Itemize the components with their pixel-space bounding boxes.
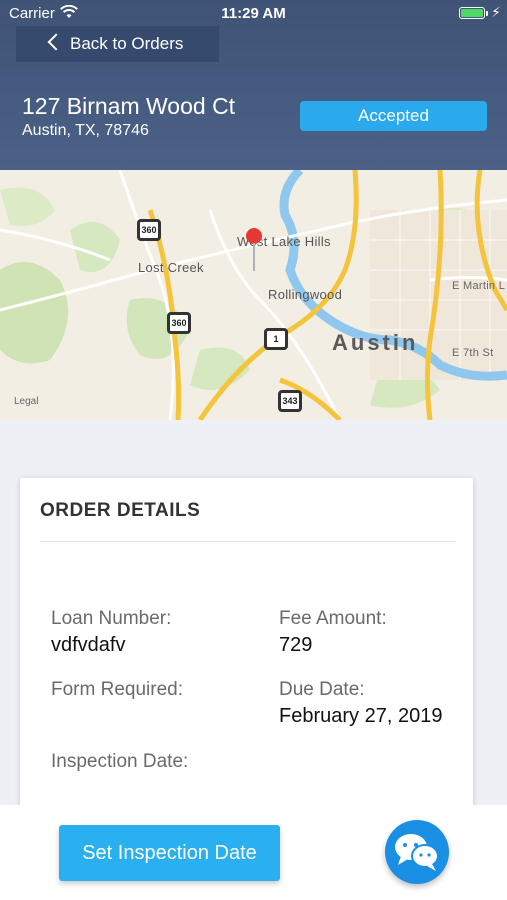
header: Carrier 11:29 AM ⚡ Back to Orders 127 Bi…: [0, 0, 507, 170]
due-date-value: February 27, 2019: [279, 705, 443, 727]
map-pin-stick: [253, 243, 255, 271]
map-graphics: [0, 170, 507, 420]
battery-icon: [459, 7, 485, 19]
chat-button[interactable]: [385, 820, 449, 884]
battery-tip: [486, 11, 488, 16]
form-required-label: Form Required:: [51, 679, 183, 700]
map-label-rollingwood: Rollingwood: [268, 287, 343, 302]
loan-number-value: vdfvdafv: [51, 634, 126, 656]
clock: 11:29 AM: [221, 5, 286, 22]
map-label-e-7th: E 7th St: [452, 347, 494, 359]
map-label-austin: Austin: [332, 330, 419, 355]
back-to-orders-button[interactable]: Back to Orders: [16, 26, 219, 62]
map-label-e-martin: E Martin L: [452, 280, 506, 292]
highway-1-shield: 1: [264, 328, 288, 350]
charging-icon: ⚡: [491, 4, 501, 20]
inspection-date-label: Inspection Date:: [51, 751, 189, 772]
card-divider: [40, 541, 455, 542]
highway-343-shield: 343: [278, 390, 302, 412]
back-button-label: Back to Orders: [70, 34, 184, 53]
order-details-title: ORDER DETAILS: [40, 500, 201, 521]
set-inspection-date-button[interactable]: Set Inspection Date: [59, 825, 280, 881]
loan-number-label: Loan Number:: [51, 608, 172, 629]
status-badge: Accepted: [300, 101, 487, 131]
map-view[interactable]: West Lake Hills Lost Creek Rollingwood A…: [0, 170, 507, 420]
chevron-left-icon: [47, 33, 65, 51]
map-label-lost-creek: Lost Creek: [138, 260, 204, 275]
fee-amount-value: 729: [279, 634, 313, 656]
due-date-label: Due Date:: [279, 679, 365, 700]
highway-360-shield: 360: [137, 219, 161, 241]
status-bar: Carrier 11:29 AM ⚡: [0, 0, 507, 28]
chat-bubbles-icon: [395, 834, 439, 871]
map-legal-link[interactable]: Legal: [14, 396, 38, 407]
fee-amount-label: Fee Amount:: [279, 608, 387, 629]
map-pin-icon[interactable]: [246, 228, 262, 244]
highway-360-shield-2: 360: [167, 312, 191, 334]
property-street: 127 Birnam Wood Ct: [22, 93, 236, 119]
property-city: Austin, TX, 78746: [22, 122, 149, 139]
